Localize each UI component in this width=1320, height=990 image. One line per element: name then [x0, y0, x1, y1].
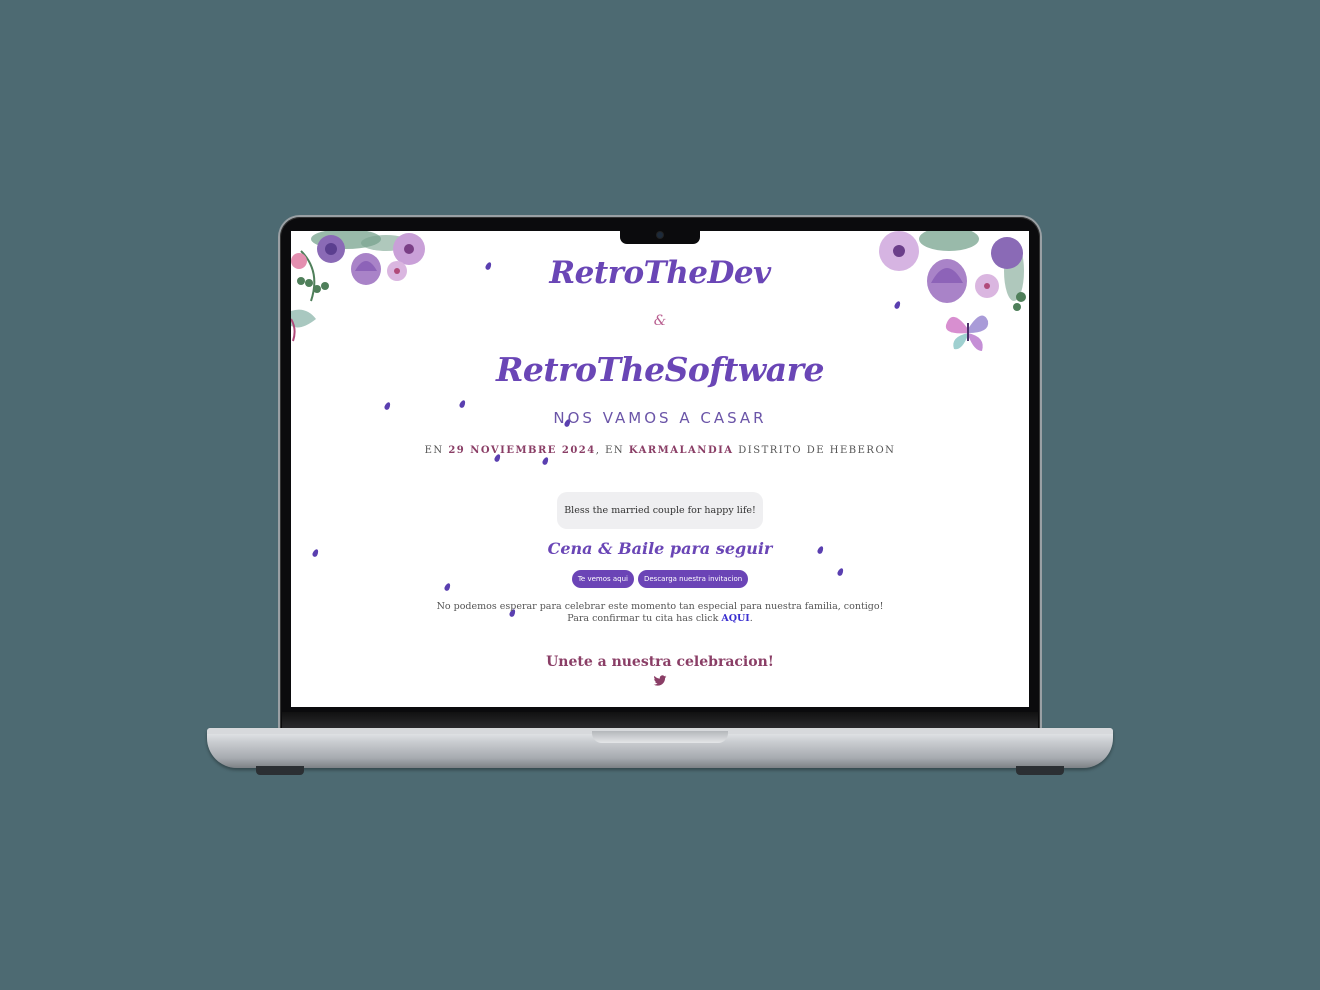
camera-icon	[657, 232, 663, 238]
wedding-date: 29 NOVIEMBRE 2024	[448, 445, 596, 456]
detail-suffix: DISTRITO DE HEBERON	[738, 445, 896, 456]
message-line-2: Para confirmar tu cita has click AQUI.	[567, 613, 753, 624]
event-title: Cena & Baile para seguir	[547, 539, 773, 558]
download-invitation-button[interactable]: Descarga nuestra invitacion	[637, 570, 749, 588]
bride-name: RetroTheSoftware	[495, 350, 825, 389]
wedding-place: KARMALANDIA	[628, 445, 734, 456]
petal-decoration	[458, 399, 467, 409]
detail-middle: , EN	[595, 445, 625, 456]
laptop-notch	[620, 227, 700, 244]
ampersand: &	[653, 313, 667, 329]
laptop-hinge	[282, 712, 1038, 728]
wedding-headline: NOS VAMOS A CASAR	[553, 409, 767, 427]
confirm-prompt: Para confirmar tu cita has click	[567, 613, 719, 624]
groom-name: RetroTheDev	[549, 255, 771, 291]
date-location-line: EN 29 NOVIEMBRE 2024, EN KARMALANDIA DIS…	[291, 445, 1029, 456]
detail-prefix: EN	[424, 445, 444, 456]
confirm-link[interactable]: AQUI	[721, 613, 749, 624]
laptop-foot-right	[1016, 766, 1064, 775]
laptop-thumb-notch	[592, 731, 728, 743]
twitter-icon[interactable]	[653, 675, 667, 687]
bless-message-box: Bless the married couple for happy life!	[557, 492, 763, 529]
join-celebration-title: Unete a nuestra celebracion!	[546, 654, 774, 670]
message-line-1: No podemos esperar para celebrar este mo…	[436, 601, 884, 612]
location-button[interactable]: Te vemos aqui	[571, 570, 634, 588]
petal-decoration	[541, 456, 550, 466]
action-buttons: Te vemos aqui Descarga nuestra invitacio…	[291, 570, 1029, 588]
laptop-foot-left	[256, 766, 304, 775]
invitation-message: No podemos esperar para celebrar este mo…	[291, 601, 1029, 625]
web-page: RetroTheDev & RetroTheSoftware NOS VAMOS…	[291, 231, 1029, 707]
